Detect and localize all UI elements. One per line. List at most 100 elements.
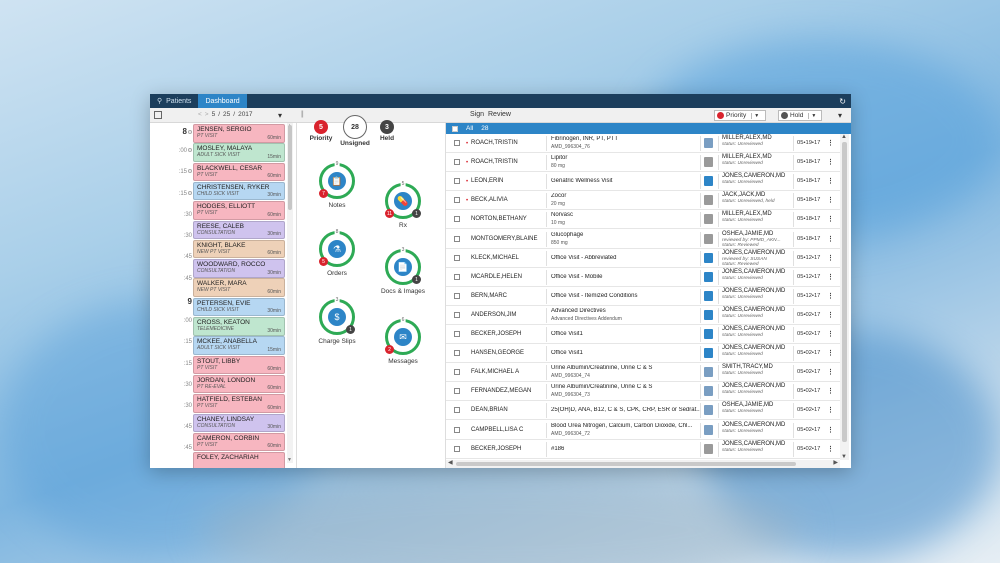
widget-messages[interactable]: ✉ 6 2 Messages — [373, 317, 433, 365]
more-options-icon[interactable]: ⋮ — [827, 273, 834, 281]
more-options-icon[interactable]: ⋮ — [827, 139, 834, 147]
date-day[interactable]: 25 — [223, 111, 230, 118]
table-row[interactable]: • BECK,ALIVIA Zocor 20 mg JACK,JACK,MD status… — [446, 191, 840, 211]
patient-name[interactable]: HANSEN,GEORGE — [471, 350, 524, 356]
hold-dropdown[interactable]: Hold ▼ — [778, 110, 822, 121]
table-row[interactable]: DEAN,BRIAN 25(OH)D, ANA, B12, C & S, CPK,… — [446, 401, 840, 421]
table-row[interactable]: BERN,MARC Office Visit - Itemized Conditi… — [446, 287, 840, 306]
table-row[interactable]: BECKER,JOSEPH Office Visit1 JONES,CAMERON,… — [446, 325, 840, 344]
patient-name[interactable]: MONTGOMERY,BLAINE — [471, 236, 537, 242]
table-row[interactable]: ANDERSON,JIM Advanced Directives Advanced … — [446, 306, 840, 325]
more-options-icon[interactable]: ⋮ — [827, 368, 834, 376]
patient-name[interactable]: MCARDLE,HELEN — [471, 274, 522, 280]
patient-name[interactable]: ROACH,TRISTIN — [471, 159, 518, 165]
more-options-icon[interactable]: ⋮ — [827, 292, 834, 300]
scroll-thumb[interactable] — [456, 462, 796, 466]
row-checkbox[interactable] — [454, 292, 460, 299]
row-checkbox[interactable] — [454, 369, 460, 376]
row-checkbox[interactable] — [454, 426, 460, 433]
scroll-right-icon[interactable]: ▶ — [833, 459, 838, 466]
date-year[interactable]: 2017 — [238, 111, 252, 118]
scroll-thumb[interactable] — [288, 125, 292, 210]
list-vertical-scrollbar[interactable]: ▲ ▼ — [840, 134, 849, 460]
appointment-card[interactable]: CROSS, KEATON TELEMEDICINE 30min — [193, 317, 285, 336]
table-row[interactable]: • ROACH,TRISTIN Fibrinogen, INR, PT, PTT AM… — [446, 134, 840, 153]
more-options-icon[interactable]: ⋮ — [827, 235, 834, 243]
date-month[interactable]: 5 — [212, 111, 216, 118]
more-options-icon[interactable]: ⋮ — [827, 177, 834, 185]
more-options-icon[interactable]: ⋮ — [827, 387, 834, 395]
list-filter-icon[interactable]: ▾ — [838, 111, 842, 120]
row-checkbox[interactable] — [454, 331, 460, 337]
table-row[interactable]: MCARDLE,HELEN Office Visit - Mobile JONES,… — [446, 268, 840, 287]
patient-name[interactable]: BECK,ALIVIA — [471, 197, 508, 203]
appointment-card[interactable]: HATFIELD, ESTEBAN PT VISIT 60min — [193, 394, 285, 413]
row-checkbox[interactable] — [454, 407, 460, 414]
select-all-checkbox[interactable] — [452, 125, 458, 132]
scroll-down-icon[interactable]: ▼ — [287, 457, 292, 463]
appointment-card[interactable]: JORDAN, LONDON PT RE-EVAL 60min — [193, 374, 285, 394]
patient-name[interactable]: BECKER,JOSEPH — [471, 331, 521, 337]
schedule-filter-icon[interactable]: ▾ — [278, 111, 282, 120]
list-horizontal-scrollbar[interactable]: ◀ ▶ — [446, 460, 840, 468]
widget-orders[interactable]: ⚗ 8 5 Orders — [307, 229, 367, 277]
widget-docs-images[interactable]: 📄 3 1 Docs & Images — [373, 247, 433, 295]
appointment-card[interactable]: HODGES, ELLIOTT PT VISIT 60min — [193, 201, 285, 220]
row-checkbox[interactable] — [454, 178, 460, 185]
scroll-down-icon[interactable]: ▼ — [841, 454, 847, 460]
scroll-thumb[interactable] — [842, 142, 847, 442]
patient-name[interactable]: BERN,MARC — [471, 293, 507, 299]
row-checkbox[interactable] — [454, 273, 460, 280]
more-options-icon[interactable]: ⋮ — [827, 254, 834, 262]
row-checkbox[interactable] — [454, 350, 460, 357]
appointment-card[interactable]: REESE, CALEB CONSULTATION 30min — [193, 220, 285, 239]
tab-patients[interactable]: ⚲ Patients — [150, 94, 198, 108]
next-day-icon[interactable]: > — [205, 111, 209, 118]
table-row[interactable]: NORTON,BETHANY Norvasc 10 mg MILLER,ALEX,MD… — [446, 210, 840, 230]
table-row[interactable]: FERNANDEZ,MEGAN Urine Albumin/Creatinine,… — [446, 382, 840, 402]
appointment-card[interactable]: KNIGHT, BLAKE NEW PT VISIT 60min — [193, 239, 285, 259]
row-checkbox[interactable] — [454, 311, 460, 318]
previous-day-icon[interactable]: < — [198, 111, 202, 118]
appointment-card[interactable]: CHRISTENSEN, RYKER CHILD SICK VISIT 30min — [193, 181, 285, 201]
patient-name[interactable]: ROACH,TRISTIN — [471, 140, 518, 146]
counter-held[interactable]: 3 Held — [367, 120, 407, 142]
widget-rx[interactable]: 💊 5 11 1 Rx — [373, 181, 433, 229]
table-row[interactable]: BECKER,JOSEPH #186 JONES,CAMERON,MD status:… — [446, 440, 840, 459]
refresh-icon[interactable]: ↻ — [834, 94, 851, 108]
more-options-icon[interactable]: ⋮ — [827, 215, 834, 223]
more-options-icon[interactable]: ⋮ — [827, 330, 834, 338]
tab-dashboard[interactable]: Dashboard — [198, 94, 247, 108]
more-options-icon[interactable]: ⋮ — [827, 426, 834, 434]
appointment-card[interactable]: JENSEN, SERGIO PT VISIT 60min — [193, 124, 285, 143]
more-options-icon[interactable]: ⋮ — [827, 311, 834, 319]
table-row[interactable]: FALK,MICHAEL A Urine Albumin/Creatinine, … — [446, 363, 840, 383]
patient-name[interactable]: ANDERSON,JIM — [471, 312, 516, 318]
more-options-icon[interactable]: ⋮ — [827, 445, 834, 453]
appointment-card[interactable]: STOUT, LIBBY PT VISIT 60min — [193, 355, 285, 375]
table-row[interactable]: • ROACH,TRISTIN Lipitor 80 mg MILLER,ALEX,MD… — [446, 153, 840, 173]
patient-name[interactable]: KLECK,MICHAEL — [471, 255, 519, 261]
calendar-icon[interactable] — [154, 111, 162, 119]
more-options-icon[interactable]: ⋮ — [827, 158, 834, 166]
schedule-scrollbar[interactable]: ▲ ▼ — [287, 123, 293, 463]
table-row[interactable]: HANSEN,GEORGE Office Visit1 JONES,CAMERON,… — [446, 344, 840, 364]
appointment-card[interactable]: MOSLEY, MALAYA ADULT SICK VISIT 15min — [193, 143, 285, 162]
appointment-card[interactable]: MCKEE, ANABELLA ADULT SICK VISIT 15min — [193, 336, 285, 355]
patient-name[interactable]: DEAN,BRIAN — [471, 407, 508, 413]
widget-charge-slips[interactable]: $3 1 Charge Slips — [307, 297, 367, 345]
more-options-icon[interactable]: ⋮ — [827, 349, 834, 357]
priority-dropdown[interactable]: Priority ▼ — [714, 110, 766, 121]
row-checkbox[interactable] — [454, 235, 460, 242]
patient-name[interactable]: FALK,MICHAEL A — [471, 369, 519, 375]
row-checkbox[interactable] — [454, 445, 460, 452]
appointment-card[interactable]: WOODWARD, ROCCO CONSULTATION 30min — [193, 259, 285, 278]
row-checkbox[interactable] — [454, 197, 460, 204]
row-checkbox[interactable] — [454, 254, 460, 261]
patient-name[interactable]: CAMPBELL,LISA C — [471, 427, 523, 433]
row-checkbox[interactable] — [454, 159, 460, 166]
patient-name[interactable]: LEON,ERIN — [471, 178, 503, 184]
all-label[interactable]: All — [466, 125, 473, 132]
row-checkbox[interactable] — [454, 388, 460, 395]
widget-notes[interactable]: 📋 9 7 Notes — [307, 161, 367, 209]
